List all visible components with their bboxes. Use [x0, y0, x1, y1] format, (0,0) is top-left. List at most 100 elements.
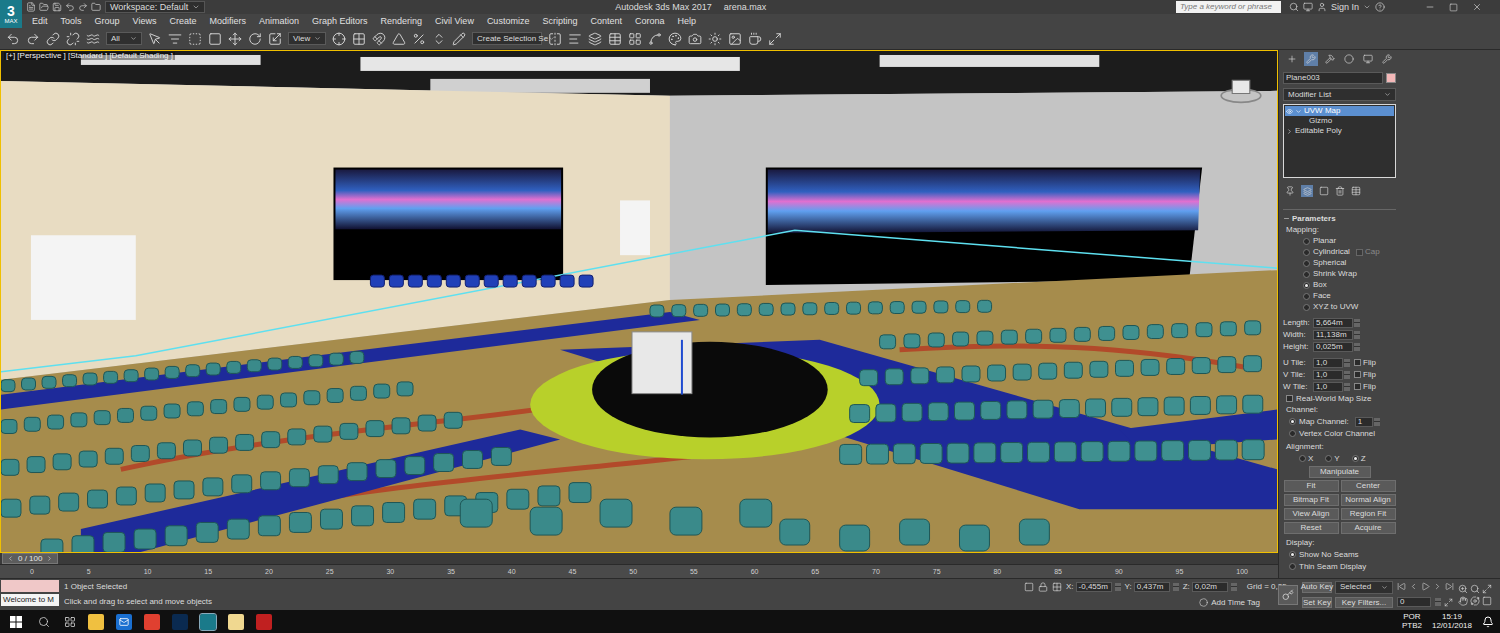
- motion-tab-icon[interactable]: [1344, 54, 1354, 64]
- minimize-icon[interactable]: [1425, 2, 1435, 12]
- configure-sets-icon[interactable]: [1351, 186, 1361, 196]
- new-file-icon[interactable]: [26, 2, 36, 12]
- uvw-button[interactable]: Fit: [1284, 480, 1339, 492]
- 3ds-max-icon[interactable]: [200, 614, 216, 630]
- menu-item[interactable]: Edit: [32, 17, 48, 26]
- create-tab-icon[interactable]: [1287, 54, 1297, 64]
- add-time-tag[interactable]: Add Time Tag: [1211, 599, 1260, 607]
- workspace-dropdown[interactable]: Workspace: Default: [105, 1, 205, 13]
- ribbon-icon[interactable]: [628, 32, 642, 46]
- close-icon[interactable]: [1472, 2, 1482, 12]
- menu-item[interactable]: Views: [133, 17, 157, 26]
- select-icon[interactable]: [148, 32, 162, 46]
- real-world-checkbox[interactable]: [1286, 395, 1293, 402]
- spinner-snap-icon[interactable]: [432, 32, 446, 46]
- taskbar-search-icon[interactable]: [38, 616, 50, 628]
- dropdown-arrow-icon[interactable]: [192, 3, 200, 11]
- menu-item[interactable]: Tools: [61, 17, 82, 26]
- spinner-field[interactable]: 11,138m: [1313, 330, 1353, 340]
- undo-icon[interactable]: [6, 32, 20, 46]
- mapping-option[interactable]: CylindricalCap: [1283, 247, 1396, 257]
- pan-icon[interactable]: [1458, 596, 1468, 606]
- command-panel-tab[interactable]: [1342, 52, 1356, 66]
- snap-icon[interactable]: [372, 32, 386, 46]
- space-warp-icon[interactable]: [86, 32, 100, 46]
- mirror-icon[interactable]: [548, 32, 562, 46]
- dropdown-arrow-icon[interactable]: [548, 35, 555, 42]
- command-panel-tab[interactable]: [1285, 52, 1299, 66]
- open-file-icon[interactable]: [39, 2, 49, 12]
- task-view-icon[interactable]: [64, 616, 76, 628]
- windows-start-icon[interactable]: [10, 616, 22, 628]
- scene-explorer-icon[interactable]: [608, 32, 622, 46]
- dropdown-arrow-icon[interactable]: [130, 35, 137, 42]
- go-to-start-icon[interactable]: [1397, 582, 1406, 591]
- menu-item[interactable]: Animation: [259, 17, 299, 26]
- align-icon[interactable]: [568, 32, 582, 46]
- time-configuration-icon[interactable]: [1444, 598, 1453, 607]
- spinner-arrows[interactable]: [1354, 331, 1360, 339]
- dropdown-arrow-icon[interactable]: [1381, 584, 1388, 591]
- uvw-button[interactable]: View Align: [1284, 508, 1339, 520]
- viewcube-icon[interactable]: [1219, 71, 1263, 105]
- set-key-button[interactable]: Set Key: [1302, 597, 1332, 608]
- time-slider-thumb[interactable]: 0 / 100: [2, 553, 58, 564]
- percent-snap-icon[interactable]: [412, 32, 426, 46]
- menu-item[interactable]: Modifiers: [209, 17, 246, 26]
- render-icon[interactable]: [728, 32, 742, 46]
- track-bar[interactable]: 0510152025303540455055606570758085909510…: [0, 565, 1278, 578]
- axis-radio[interactable]: [1325, 455, 1332, 462]
- key-mode-dropdown[interactable]: Selected: [1335, 581, 1393, 594]
- next-frame-icon[interactable]: [46, 555, 53, 562]
- modifier-stack-item[interactable]: UVW Map: [1285, 106, 1394, 116]
- mapping-option[interactable]: Planar: [1283, 236, 1396, 246]
- real-world-map-size[interactable]: Real-World Map Size: [1283, 393, 1396, 404]
- display-option[interactable]: Thin Seam Display: [1283, 561, 1396, 572]
- user-icon[interactable]: [1317, 2, 1327, 12]
- uvw-button[interactable]: Normal Align: [1341, 494, 1396, 506]
- axis-radio[interactable]: [1299, 455, 1306, 462]
- channel-option[interactable]: Map Channel:1: [1283, 416, 1396, 427]
- flip-checkbox[interactable]: [1354, 359, 1361, 366]
- expand-arrow-icon[interactable]: [1286, 128, 1293, 135]
- mapping-radio[interactable]: [1303, 293, 1310, 300]
- channel-radio[interactable]: [1289, 418, 1296, 425]
- mapping-option[interactable]: Face: [1283, 291, 1396, 301]
- modifier-stack-item[interactable]: Editable Poly: [1285, 126, 1394, 136]
- modifier-stack-item[interactable]: Gizmo: [1285, 116, 1394, 126]
- menu-item[interactable]: Help: [677, 17, 696, 26]
- display-option[interactable]: Show No Seams: [1283, 549, 1396, 560]
- save-file-icon[interactable]: [52, 2, 62, 12]
- previous-key-icon[interactable]: [1409, 582, 1418, 591]
- hierarchy-tab-icon[interactable]: [1325, 54, 1335, 64]
- search-icon[interactable]: [1289, 2, 1299, 12]
- link-icon[interactable]: [46, 32, 60, 46]
- mapping-radio[interactable]: [1303, 238, 1310, 245]
- pivot-icon[interactable]: [332, 32, 346, 46]
- viewport-label[interactable]: [+] [Perspective ] [Standard ] [Default …: [4, 52, 175, 60]
- menu-item[interactable]: Create: [169, 17, 196, 26]
- redo-icon[interactable]: [26, 32, 40, 46]
- clock[interactable]: 15:1912/01/2018: [1428, 613, 1476, 630]
- menu-item[interactable]: Group: [95, 17, 120, 26]
- spinner-field[interactable]: 5,664m: [1313, 318, 1353, 328]
- search-field[interactable]: Type a keyword or phrase: [1176, 1, 1281, 13]
- language-indicator[interactable]: PORPTB2: [1402, 613, 1422, 630]
- mapping-option[interactable]: XYZ to UVW: [1283, 302, 1396, 312]
- object-color-swatch[interactable]: [1386, 73, 1396, 83]
- sign-in-button[interactable]: Sign In: [1331, 3, 1359, 12]
- redo-icon[interactable]: [78, 2, 88, 12]
- spinner-field[interactable]: 1,0: [1313, 358, 1343, 368]
- outlook-icon[interactable]: [116, 614, 132, 630]
- dropdown-arrow-icon[interactable]: [314, 35, 321, 42]
- play-icon[interactable]: [1421, 582, 1430, 591]
- menu-item[interactable]: Graph Editors: [312, 17, 368, 26]
- time-slider[interactable]: 0 / 100: [0, 553, 1278, 565]
- zoom-all-icon[interactable]: [1470, 584, 1480, 594]
- spinner-arrows[interactable]: [1344, 371, 1350, 379]
- sign-in-arrow-icon[interactable]: [1363, 3, 1371, 11]
- command-panel-tab[interactable]: [1380, 52, 1394, 66]
- dropdown-arrow-icon[interactable]: [1384, 91, 1391, 98]
- keyboard-shortcut-icon[interactable]: [352, 32, 366, 46]
- sticky-app-icon[interactable]: [228, 614, 244, 630]
